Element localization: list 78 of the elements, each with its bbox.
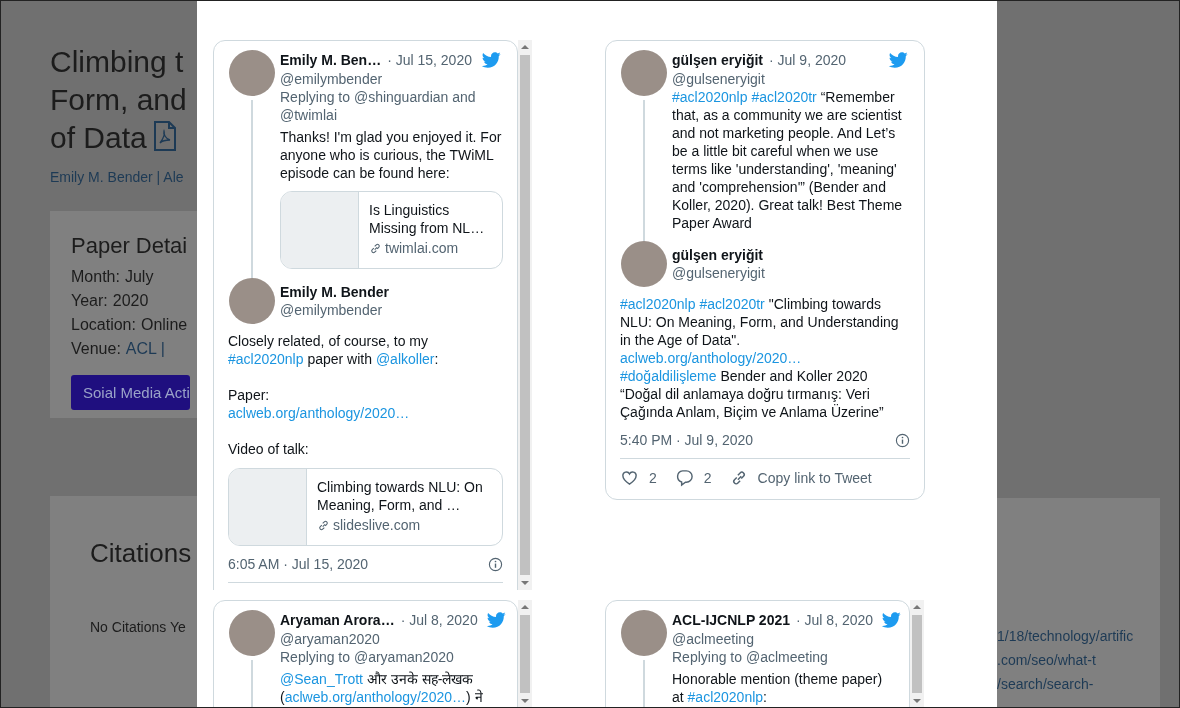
tweet-date[interactable]: · Jul 8, 2020 [400,611,478,629]
hashtag-link[interactable]: #acl2020nlp [672,89,752,105]
avatar[interactable] [229,610,275,656]
author-handle[interactable]: @aryaman2020 [280,630,503,648]
avatar[interactable] [229,278,275,324]
preview-title: Climbing towards NLU: On Meaning, Form, and … [317,478,484,514]
mention-link[interactable]: @Sean_Trott [280,671,363,687]
avatar[interactable] [621,241,667,287]
hashtag-link[interactable]: #acl2020nlp [228,351,304,367]
scrollbar[interactable] [518,40,532,590]
tweet-date[interactable]: · Jul 8, 2020 [796,611,874,629]
preview-domain: slideslive.com [333,516,421,534]
detail-label: Location: [71,315,136,335]
empty-message: No Citations Ye [90,619,187,635]
tweet-text: #acl2020nlp #acl2020tr "Climbing towards NLU: On Meaning, Form, and Understanding in the Age of Data". aclweb.org/anthology/2020… #doğaldilişleme Bender and Koller 2020 “Doğal dil anlamaya doğru tırmanış: Veri Çağında Anlam, Biçim ve Anlama Üzerine” [620,295,900,421]
tweet-text: Paper: aclweb.org/anthology/2020… [228,386,411,422]
tweet-time[interactable]: 5:40 PM · Jul 9, 2020 [620,431,754,449]
author-name[interactable]: gülşen eryiğit [672,51,764,69]
tweet-text: Thanks! I'm glad you enjoyed it. For anyone who is curious, the TWiML episode can be found here: [280,128,503,182]
heart-icon [620,468,639,487]
author-name[interactable]: Emily M. Ben… [280,51,382,69]
paper-title: Climbing t Form, and of Data [50,44,188,156]
avatar[interactable] [621,610,667,656]
pdf-icon[interactable] [152,121,177,151]
detail-label: Venue: [71,339,121,359]
author-name[interactable]: gülşen eryiğit [672,246,764,264]
avatar[interactable] [229,50,275,96]
details-heading: Paper Detai [71,233,189,259]
url-link[interactable]: aclweb.org/anthology/2020… [620,350,802,366]
copy-link-button[interactable]: Copy link to Tweet [729,468,872,487]
citations-heading: Citations [90,538,193,569]
scrollbar[interactable] [910,600,924,707]
link-preview[interactable]: Climbing towards NLU: On Meaning, Form, and … slideslive.com [228,468,503,546]
author-handle[interactable]: @aclmeeting [672,630,895,648]
author-name[interactable]: Aryaman Arora… [280,611,395,629]
preview-domain: twimlai.com [385,239,459,257]
like-button[interactable]: 2 [620,468,657,487]
tweet-time[interactable]: 6:05 AM · Jul 15, 2020 [228,555,369,573]
tweet-date[interactable]: · Jul 15, 2020 [387,51,472,69]
avatar[interactable] [621,50,667,96]
author-name[interactable]: Emily M. Bender [280,283,389,301]
author-handle[interactable]: @emilymbender [280,70,503,88]
hashtag-link[interactable]: #acl2020nlp [620,296,700,312]
link-preview[interactable]: Is Linguistics Missing from NL… twimlai.com [280,191,503,269]
author-handle[interactable]: @emilymbender [280,301,389,319]
hashtag-link[interactable]: #doğaldilişleme [620,368,717,384]
detail-value: 2020 [112,291,149,311]
detail-value: Online [140,315,188,335]
reply-button[interactable]: 2 [674,468,712,487]
speech-bubble-icon [674,468,694,487]
author-handle[interactable]: @gulseneryigit [672,264,765,282]
replying-to: Replying to @aryaman2020 [280,648,455,666]
link-icon [317,518,330,532]
replying-to: Replying to @shinguardian and @twimlai [280,88,477,124]
tweet-text: #acl2020nlp #acl2020tr “Remember that, as a community we are scientist and not marketing people. And Let’s be a little bit careful when we use terms like 'understanding', 'meaning' and 'comprehension'” (Bender and Koller, 2020). Great talk! Best Theme Paper Award [672,88,904,232]
url-link[interactable]: aclweb.org/anthology/2020… [284,689,466,705]
url-link[interactable]: aclweb.org/anthology/2020… [228,405,410,421]
info-icon[interactable] [488,556,503,572]
author-handle[interactable]: @gulseneryigit [672,70,910,88]
tweet-text: Honorable mention (theme paper) at #acl2020nlp: [672,670,884,706]
social-media-button[interactable]: Soial Media Acti [71,375,190,410]
tweet-text: @Sean_Trott और उनके सह-लेखक (aclweb.org/anthology/2020…) ने [280,670,484,706]
tweet-text: Closely related, of course, to my #acl2020nlp paper with @alkoller: [228,332,440,368]
detail-label: Year: [71,291,108,311]
detail-label: Month: [71,267,120,287]
thread-line [251,660,253,707]
replying-to: Replying to @aclmeeting [672,648,829,666]
hashtag-link[interactable]: #acl2020tr [699,296,765,312]
tweet-date[interactable]: · Jul 9, 2020 [769,51,847,69]
preview-title: Is Linguistics Missing from NL… [369,201,486,237]
scrollbar[interactable] [518,600,532,707]
detail-value: July [124,267,154,287]
link-icon [369,241,382,255]
author-name[interactable]: ACL-IJCNLP 2021 [672,611,790,629]
thread-line [643,660,645,707]
hashtag-link[interactable]: #acl2020tr [751,89,817,105]
info-icon[interactable] [895,432,910,448]
tweet-text: Video of talk: [228,440,310,458]
